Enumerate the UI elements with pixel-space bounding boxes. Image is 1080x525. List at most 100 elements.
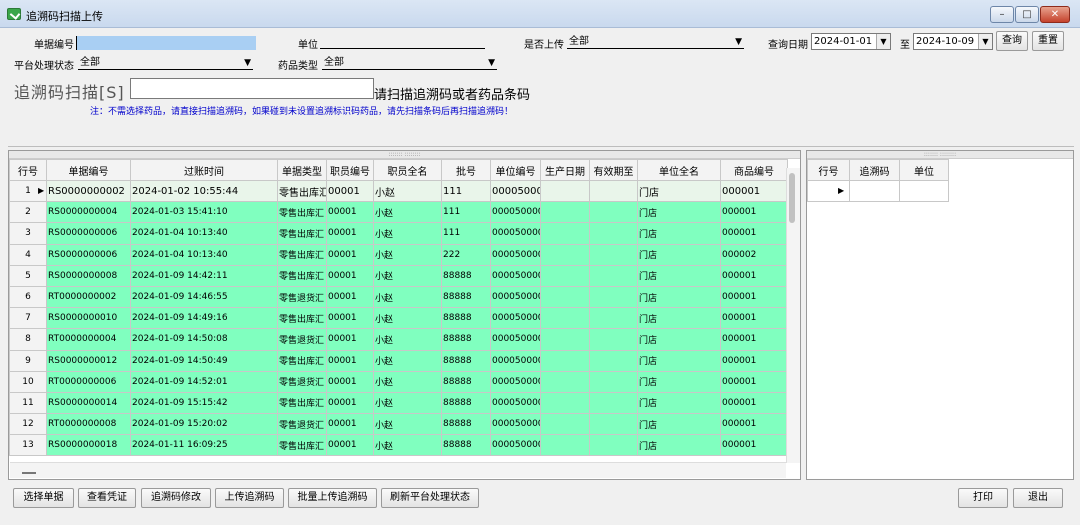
table-cell[interactable] xyxy=(540,222,590,245)
table-cell[interactable]: 0000500001 xyxy=(490,328,541,351)
table-cell[interactable]: 零售退货汇 xyxy=(277,328,327,351)
column-header[interactable]: 批号 xyxy=(441,159,491,181)
table-cell[interactable]: 00001 xyxy=(326,349,374,372)
table-cell[interactable] xyxy=(589,349,638,372)
table-cell[interactable] xyxy=(849,179,900,203)
drug-type-select[interactable]: 全部 ▼ xyxy=(322,56,497,70)
row-header[interactable]: 7 xyxy=(9,307,47,330)
table-cell[interactable]: 00001 xyxy=(326,264,374,287)
column-header[interactable]: 单据类型 xyxy=(277,159,327,181)
table-cell[interactable]: RT0000000006 xyxy=(46,370,131,393)
unit-input[interactable] xyxy=(320,35,485,49)
table-cell[interactable]: 门店 xyxy=(637,307,721,330)
table-row[interactable]: 7 RS0000000010 2024-01-09 14:49:16 零售出库汇 000… xyxy=(9,307,788,330)
row-header[interactable]: 2 xyxy=(9,201,47,224)
table-cell[interactable] xyxy=(899,179,949,203)
table-cell[interactable]: 88888 xyxy=(441,413,491,436)
table-cell[interactable]: 门店 xyxy=(637,328,721,351)
bill-no-input[interactable] xyxy=(76,36,256,50)
column-header[interactable]: 行号 xyxy=(9,159,47,181)
table-cell[interactable]: 000001 xyxy=(720,285,788,309)
table-cell[interactable]: RS0000000010 xyxy=(46,307,131,330)
table-cell[interactable]: 000050000 xyxy=(490,179,541,203)
row-header[interactable]: 5 xyxy=(9,264,47,287)
table-cell[interactable]: 零售出库汇 xyxy=(277,434,327,457)
table-row[interactable]: 2 RS0000000004 2024-01-03 15:41:10 零售出库汇 000… xyxy=(9,201,788,224)
table-row[interactable]: 11 RS0000000014 2024-01-09 15:15:42 零售出库汇 00… xyxy=(9,391,788,415)
table-cell[interactable]: 门店 xyxy=(637,285,721,309)
date-from-picker[interactable]: 2024-01-01 ▼ xyxy=(811,33,891,50)
table-cell[interactable]: 0000500001 xyxy=(490,349,541,372)
table-cell[interactable]: RS0000000018 xyxy=(46,434,131,457)
table-cell[interactable]: 111 xyxy=(441,179,491,203)
column-header[interactable]: 有效期至 xyxy=(589,159,638,181)
table-cell[interactable]: 000001 xyxy=(720,328,788,351)
table-cell[interactable] xyxy=(540,285,590,309)
table-cell[interactable]: 2024-01-09 14:49:16 xyxy=(130,307,278,330)
column-header[interactable]: 商品编号 xyxy=(720,159,788,181)
table-cell[interactable]: 0000500001 xyxy=(490,222,541,245)
date-to-picker[interactable]: 2024-10-09 ▼ xyxy=(913,33,993,50)
column-header[interactable]: 追溯码 xyxy=(849,159,900,181)
table-cell[interactable]: 零售出库汇 xyxy=(277,391,327,415)
select-bill-button[interactable]: 选择单据 xyxy=(13,488,74,508)
table-cell[interactable]: 00001 xyxy=(326,179,374,203)
table-cell[interactable] xyxy=(540,391,590,415)
batch-upload-button[interactable]: 批量上传追溯码 xyxy=(288,488,377,508)
platform-status-select[interactable]: 全部 ▼ xyxy=(78,56,253,70)
column-header[interactable]: 单位 xyxy=(899,159,949,181)
row-header[interactable]: 9 xyxy=(9,349,47,372)
table-cell[interactable]: 00001 xyxy=(326,201,374,224)
table-cell[interactable]: 零售出库汇 xyxy=(277,349,327,372)
table-cell[interactable]: 小赵 xyxy=(373,391,442,415)
table-cell[interactable]: 0000500001 xyxy=(490,413,541,436)
table-cell[interactable] xyxy=(540,434,590,457)
table-cell[interactable]: 2024-01-02 10:55:44 xyxy=(130,179,278,203)
table-cell[interactable]: 门店 xyxy=(637,413,721,436)
table-cell[interactable]: 小赵 xyxy=(373,285,442,309)
table-cell[interactable]: 111 xyxy=(441,201,491,224)
table-cell[interactable] xyxy=(589,222,638,245)
table-cell[interactable]: RT0000000004 xyxy=(46,328,131,351)
table-cell[interactable]: 2024-01-09 15:20:02 xyxy=(130,413,278,436)
table-row[interactable]: 6 RT0000000002 2024-01-09 14:46:55 零售退货汇 000… xyxy=(9,285,788,309)
table-cell[interactable]: 0000500001 xyxy=(490,391,541,415)
table-cell[interactable] xyxy=(589,179,638,203)
splitter-grip[interactable]: ::::::: :::::::: xyxy=(807,151,1073,159)
table-cell[interactable]: 88888 xyxy=(441,264,491,287)
table-cell[interactable]: 88888 xyxy=(441,328,491,351)
table-cell[interactable]: 小赵 xyxy=(373,370,442,393)
table-cell[interactable]: 小赵 xyxy=(373,413,442,436)
row-header[interactable]: 3 xyxy=(9,222,47,245)
table-cell[interactable]: 000001 xyxy=(720,307,788,330)
column-header[interactable]: 职员编号 xyxy=(326,159,374,181)
table-cell[interactable]: 88888 xyxy=(441,391,491,415)
table-cell[interactable]: 000001 xyxy=(720,179,788,203)
table-cell[interactable]: 2024-01-09 15:15:42 xyxy=(130,391,278,415)
table-cell[interactable]: 0000500001 xyxy=(490,307,541,330)
row-header[interactable]: 1 ▶ xyxy=(9,179,47,203)
table-cell[interactable]: 0000500001 xyxy=(490,243,541,266)
table-cell[interactable]: RS0000000014 xyxy=(46,391,131,415)
table-cell[interactable] xyxy=(540,201,590,224)
table-cell[interactable]: 00001 xyxy=(326,307,374,330)
table-cell[interactable]: 零售退货汇 xyxy=(277,413,327,436)
table-cell[interactable]: 00001 xyxy=(326,413,374,436)
table-cell[interactable]: 零售出库汇 xyxy=(277,222,327,245)
print-button[interactable]: 打印 xyxy=(958,488,1008,508)
table-cell[interactable] xyxy=(540,328,590,351)
row-header[interactable]: ▶ xyxy=(807,179,850,203)
row-header[interactable]: 6 xyxy=(9,285,47,309)
table-cell[interactable]: 2024-01-09 14:50:49 xyxy=(130,349,278,372)
minimize-button[interactable]: – xyxy=(990,6,1014,23)
column-header[interactable]: 职员全名 xyxy=(373,159,442,181)
splitter-grip[interactable]: ::::::: :::::::: xyxy=(9,151,800,159)
table-cell[interactable]: 222 xyxy=(441,243,491,266)
horizontal-scroll-thumb[interactable] xyxy=(22,472,36,474)
refresh-status-button[interactable]: 刷新平台处理状态 xyxy=(381,488,479,508)
table-cell[interactable]: 000001 xyxy=(720,201,788,224)
maximize-button[interactable]: □ xyxy=(1015,6,1039,23)
table-cell[interactable]: 0000500001 xyxy=(490,264,541,287)
table-cell[interactable] xyxy=(589,243,638,266)
table-cell[interactable]: 00001 xyxy=(326,434,374,457)
